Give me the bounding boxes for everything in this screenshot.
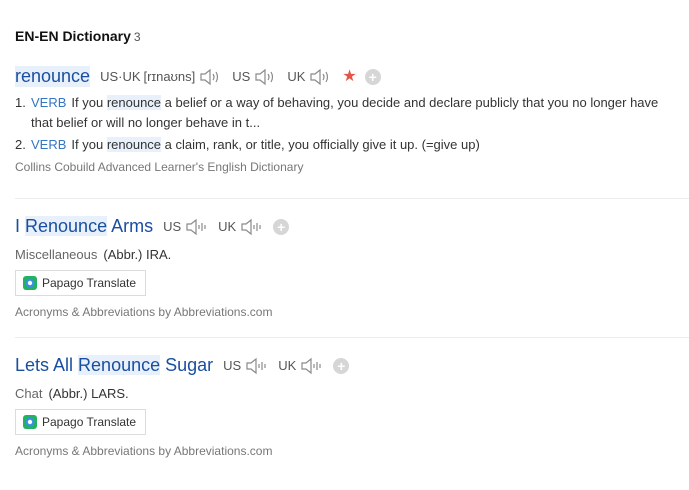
- us-label: US: [163, 219, 182, 234]
- meaning-row: Miscellaneous (Abbr.) IRA.: [15, 247, 689, 262]
- dictionary-header: EN-EN Dictionary 3: [15, 28, 141, 44]
- papago-label: Papago Translate: [42, 415, 137, 429]
- headword-post: Sugar: [160, 355, 214, 375]
- papago-logo-icon: [23, 276, 37, 290]
- pronunciation: [rɪnaʊns]: [143, 69, 196, 84]
- definition-number: 1.: [15, 95, 26, 110]
- us-speaker-icon[interactable]: [244, 357, 268, 375]
- speaker-icon[interactable]: [198, 68, 222, 86]
- us-speaker-icon[interactable]: [253, 68, 277, 86]
- uk-label: UK: [287, 69, 306, 84]
- definition-highlight: renounce: [106, 137, 162, 152]
- us-label: US: [232, 69, 251, 84]
- entry-renounce: renounce US·UK [rɪnaʊns] US UK ★ + 1. VE…: [15, 66, 689, 174]
- papago-label: Papago Translate: [42, 276, 137, 290]
- category-label: Miscellaneous: [15, 247, 98, 262]
- result-count: 3: [133, 30, 141, 44]
- source-link[interactable]: Collins Cobuild Advanced Learner's Engli…: [15, 160, 689, 174]
- divider: [15, 198, 689, 199]
- uk-speaker-icon[interactable]: [239, 218, 263, 236]
- star-icon[interactable]: ★: [342, 68, 356, 85]
- part-of-speech: VERB: [31, 95, 67, 110]
- definition-text-post: a claim, rank, or title, you officially …: [161, 137, 480, 152]
- definition-highlight: renounce: [106, 95, 162, 110]
- dictionary-title: EN-EN Dictionary: [15, 28, 131, 44]
- us-label: US: [223, 358, 242, 373]
- headword-link[interactable]: Lets All Renounce Sugar: [15, 355, 213, 376]
- definition-text-pre: If you: [71, 95, 107, 110]
- definition-text-pre: If you: [71, 137, 107, 152]
- papago-logo-icon: [23, 415, 37, 429]
- add-icon[interactable]: +: [333, 357, 350, 374]
- pron-label: US·UK: [100, 69, 141, 84]
- uk-label: UK: [278, 358, 297, 373]
- entry-i-renounce-arms: I Renounce Arms US UK + Miscellaneous (A…: [15, 216, 689, 319]
- headword-link[interactable]: renounce: [15, 66, 91, 87]
- source-link[interactable]: Acronyms & Abbreviations by Abbreviation…: [15, 305, 689, 319]
- headword-pre: Lets All: [15, 355, 79, 375]
- headword-highlight: Renounce: [78, 355, 161, 375]
- definition-list: 1. VERB If you renounce a belief or a way…: [15, 93, 689, 155]
- headword-pre: I: [15, 216, 26, 236]
- uk-label: UK: [218, 219, 237, 234]
- entry-lets-all-renounce-sugar: Lets All Renounce Sugar US UK + Chat (Ab…: [15, 355, 689, 458]
- add-icon[interactable]: +: [364, 68, 381, 85]
- meaning-row: Chat (Abbr.) LARS.: [15, 386, 689, 401]
- papago-translate-button[interactable]: Papago Translate: [15, 270, 147, 296]
- definition-item: 1. VERB If you renounce a belief or a way…: [15, 93, 689, 133]
- meaning-text: (Abbr.) LARS.: [48, 386, 129, 401]
- meaning-text: (Abbr.) IRA.: [103, 247, 172, 262]
- uk-speaker-icon[interactable]: [299, 357, 323, 375]
- headword-post: Arms: [107, 216, 154, 236]
- us-speaker-icon[interactable]: [184, 218, 208, 236]
- source-link[interactable]: Acronyms & Abbreviations by Abbreviation…: [15, 444, 689, 458]
- headword-highlight: Renounce: [25, 216, 108, 236]
- category-label: Chat: [15, 386, 43, 401]
- add-icon[interactable]: +: [273, 218, 290, 235]
- divider: [15, 337, 689, 338]
- headword-link[interactable]: I Renounce Arms: [15, 216, 153, 237]
- uk-speaker-icon[interactable]: [308, 68, 332, 86]
- papago-translate-button[interactable]: Papago Translate: [15, 409, 147, 435]
- part-of-speech: VERB: [31, 137, 67, 152]
- definition-number: 2.: [15, 137, 26, 152]
- definition-item: 2. VERB If you renounce a claim, rank, or…: [15, 135, 689, 155]
